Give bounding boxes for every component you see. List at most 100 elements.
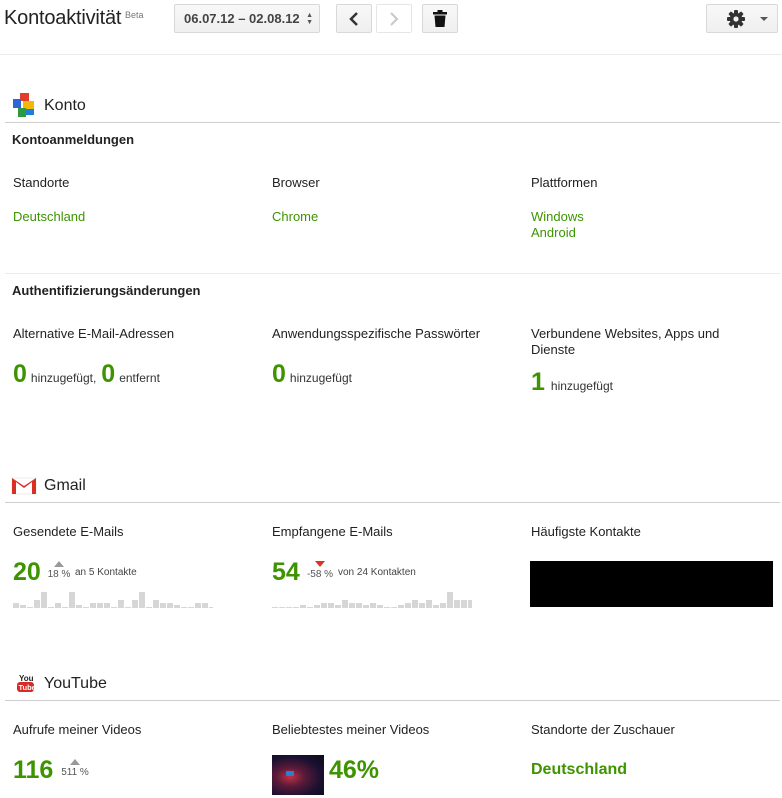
page-title: Kontoaktivität	[4, 7, 122, 29]
alt-email-added-text: hinzugefügt,	[30, 371, 97, 385]
sparkline-bar	[55, 603, 61, 608]
sparkline-bar	[419, 603, 425, 608]
section-title-gmail: Gmail	[44, 477, 86, 494]
app-passwords-stat: 0 hinzugefügt	[272, 360, 352, 389]
section-title-youtube: YouTube	[44, 675, 107, 692]
alt-email-stat: 0 hinzugefügt, 0 entfernt	[13, 360, 160, 389]
sparkline-bar	[111, 607, 117, 608]
viewer-location-link[interactable]: Deutschland	[531, 761, 627, 779]
sparkline-bar	[349, 603, 355, 608]
sparkline-bar	[13, 603, 19, 608]
sent-mails-count: 20	[13, 558, 41, 586]
sparkline-bar	[20, 605, 26, 608]
trash-icon	[433, 10, 447, 27]
previous-period-button[interactable]	[336, 4, 372, 33]
sparkline-bar	[174, 605, 180, 608]
alt-email-removed-text: entfernt	[119, 371, 160, 385]
received-mails-delta: -58 %	[304, 561, 336, 580]
video-views-count-wrap: 116	[13, 756, 53, 785]
sparkline-bar	[384, 607, 390, 608]
sparkline-bar	[132, 600, 138, 608]
sparkline-bar	[314, 605, 320, 608]
sparkline-bar	[188, 607, 194, 608]
trend-down-icon	[315, 561, 325, 567]
sparkline-bar	[97, 603, 103, 608]
trend-up-icon	[54, 561, 64, 567]
sparkline-bar	[433, 605, 439, 608]
app-passwords-label: Anwendungsspezifische Passwörter	[272, 326, 481, 341]
sparkline-bar	[363, 605, 369, 608]
up-down-arrows-icon: ▲ ▼	[306, 12, 313, 26]
sparkline-bar	[426, 600, 432, 608]
date-range-label: 06.07.12 – 02.08.12	[184, 11, 300, 26]
sparkline-bar	[468, 600, 472, 608]
section-header-youtube: You Tube YouTube	[5, 667, 780, 701]
sparkline-bar	[167, 603, 173, 608]
popular-video-percent: 46%	[329, 756, 380, 784]
location-link[interactable]: Deutschland	[13, 209, 85, 225]
video-views-count: 116	[13, 756, 54, 784]
sparkline-bar	[293, 607, 299, 608]
received-mails-delta-value: -58 %	[306, 569, 334, 580]
sparkline-bar	[104, 603, 110, 608]
connected-apps-label: Verbundene Websites, Apps und Dienste	[531, 326, 720, 357]
sparkline-bar	[118, 600, 124, 608]
section-title-konto: Konto	[44, 97, 86, 114]
chevron-right-icon	[390, 11, 399, 26]
sparkline-bar	[90, 603, 96, 608]
sparkline-bar	[195, 603, 201, 608]
sparkline-bar	[377, 605, 383, 608]
google-logo-icon	[13, 93, 34, 117]
sparkline-bar	[461, 600, 467, 608]
sparkline-bar	[440, 603, 446, 608]
platform-link-android[interactable]: Android	[531, 225, 576, 241]
locations-label: Standorte	[13, 175, 70, 190]
connected-apps-added-count: 1	[531, 368, 545, 396]
date-range-selector[interactable]: 06.07.12 – 02.08.12 ▲ ▼	[174, 4, 320, 33]
section-header-konto: Konto	[5, 89, 780, 123]
browser-link[interactable]: Chrome	[272, 209, 318, 225]
delete-button[interactable]	[422, 4, 458, 33]
sparkline-bar	[391, 607, 397, 608]
sent-mails-label: Gesendete E-Mails	[13, 524, 124, 539]
sparkline-bar	[83, 607, 89, 608]
sparkline-bar	[328, 603, 334, 608]
sparkline-bar	[34, 600, 40, 608]
sparkline-bar	[76, 605, 82, 608]
popular-video-percent-wrap: 46%	[329, 756, 379, 785]
video-views-label: Aufrufe meiner Videos	[13, 722, 142, 737]
received-mails-sparkline	[272, 592, 472, 608]
trend-up-icon	[70, 759, 80, 765]
platforms-label: Plattformen	[531, 175, 598, 190]
received-mails-count: 54	[272, 558, 300, 586]
sent-mails-delta-value: 18 %	[47, 569, 71, 580]
next-period-button[interactable]	[376, 4, 412, 33]
sent-mails-sparkline	[13, 592, 213, 608]
connected-apps-stat: 1 hinzugefügt	[531, 368, 613, 397]
sparkline-bar	[202, 603, 208, 608]
viewer-locations-label: Standorte der Zuschauer	[531, 722, 675, 737]
top-toolbar: Kontoaktivität Beta 06.07.12 – 02.08.12 …	[0, 0, 782, 55]
beta-badge: Beta	[125, 10, 144, 20]
platform-link-windows[interactable]: Windows	[531, 209, 584, 225]
sparkline-bar	[356, 603, 362, 608]
settings-menu-button[interactable]	[706, 4, 778, 33]
sparkline-bar	[153, 600, 159, 608]
sparkline-bar	[335, 605, 341, 608]
sparkline-bar	[412, 600, 418, 608]
alt-email-label: Alternative E-Mail-Adressen	[13, 326, 175, 341]
sparkline-bar	[62, 607, 68, 608]
sparkline-bar	[209, 607, 213, 608]
received-mails-label: Empfangene E-Mails	[272, 524, 393, 539]
sparkline-bar	[41, 592, 47, 608]
section-header-gmail: Gmail	[5, 469, 780, 503]
sparkline-bar	[69, 592, 75, 608]
divider	[5, 273, 780, 274]
app-passwords-added-count: 0	[272, 360, 286, 388]
sparkline-bar	[307, 607, 313, 608]
sparkline-bar	[279, 607, 285, 608]
connected-apps-added-text: hinzugefügt	[550, 379, 613, 393]
sparkline-bar	[181, 607, 187, 608]
popular-video-thumbnail[interactable]	[272, 755, 324, 795]
sparkline-bar	[160, 603, 166, 608]
